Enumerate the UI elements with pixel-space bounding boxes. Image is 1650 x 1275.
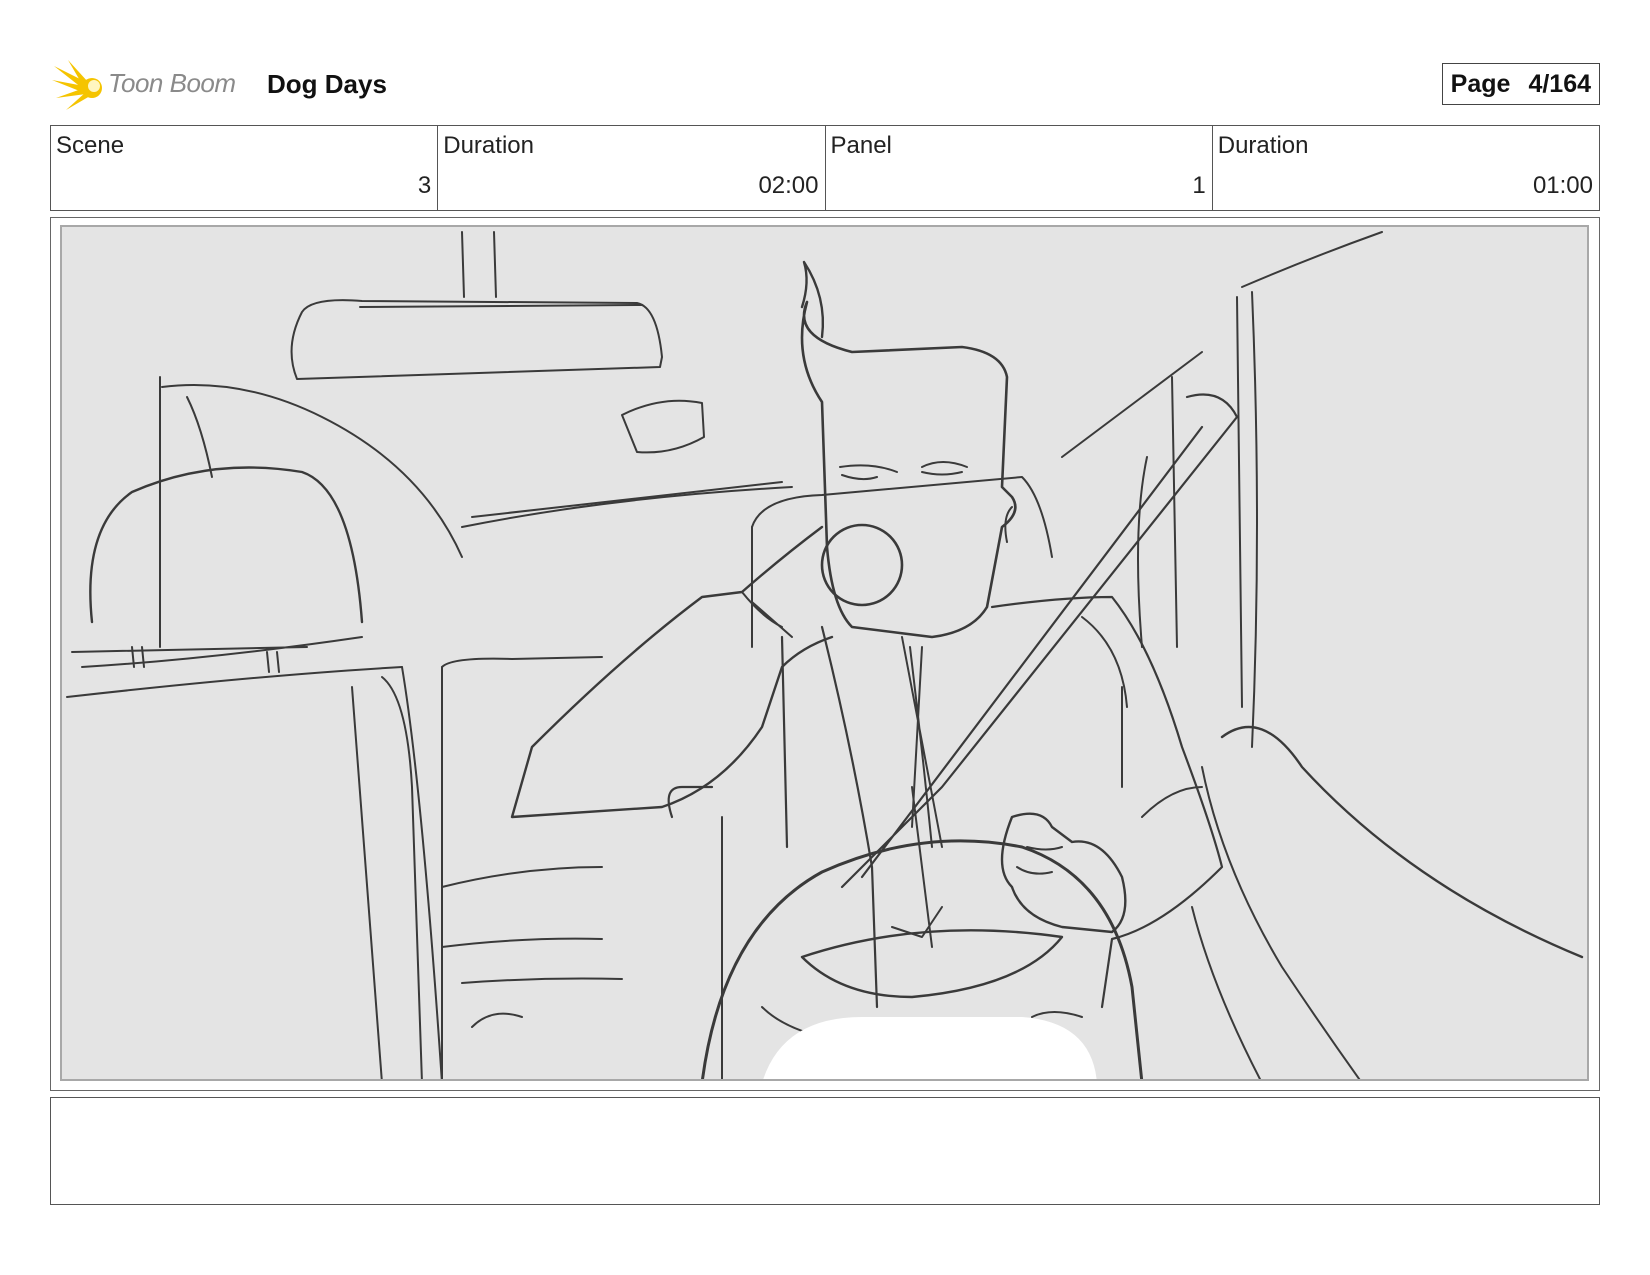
scene-label: Scene (56, 132, 125, 159)
scene-duration-value: 02:00 (758, 172, 819, 199)
sketch-seat-left (351, 686, 383, 1079)
panel-cell: Panel 1 (826, 126, 1213, 210)
sketch-wheel-hub (763, 1017, 1097, 1079)
scene-value: 3 (417, 172, 432, 199)
panel-duration-cell: Duration 01:00 (1213, 126, 1599, 210)
sketch-man-head (800, 300, 1017, 639)
sketch-headrest-left (89, 466, 364, 624)
scene-cell: Scene 3 (51, 126, 439, 210)
project-title: Dog Days (267, 69, 387, 99)
page-number: 4/164 (1528, 69, 1591, 98)
toon-boom-logo: Toon Boom (52, 58, 252, 114)
panel-label: Panel (830, 132, 892, 159)
toon-boom-starburst-icon (52, 60, 102, 110)
storyboard-panel-image (60, 225, 1589, 1081)
panel-info-table: Scene 3 Duration 02:00 Panel 1 Duration … (50, 125, 1600, 211)
storyboard-panel-frame (50, 217, 1600, 1091)
scene-duration-cell: Duration 02:00 (438, 126, 826, 210)
storyboard-header: Toon Boom Dog Days Page 4/164 (52, 58, 1600, 114)
sketch-man-body (780, 595, 1224, 1009)
page-indicator: Page 4/164 (1441, 63, 1600, 105)
panel-duration-label: Duration (1217, 132, 1309, 159)
panel-notes-box[interactable] (50, 1097, 1600, 1205)
sketch-drawing (66, 231, 1584, 1079)
sketch-rearview-mirror (461, 231, 497, 298)
page-label: Page (1450, 69, 1511, 98)
sketch-cup (820, 523, 904, 607)
sketch-center-console (441, 656, 603, 668)
sketch-arm-left (510, 525, 834, 819)
logo-text: Toon Boom (108, 68, 236, 98)
sketch-door-panel (1220, 725, 1584, 959)
panel-duration-value: 01:00 (1532, 172, 1593, 199)
panel-value: 1 (1192, 172, 1206, 199)
sketch-small-box (621, 399, 705, 454)
scene-duration-label: Duration (443, 132, 534, 159)
